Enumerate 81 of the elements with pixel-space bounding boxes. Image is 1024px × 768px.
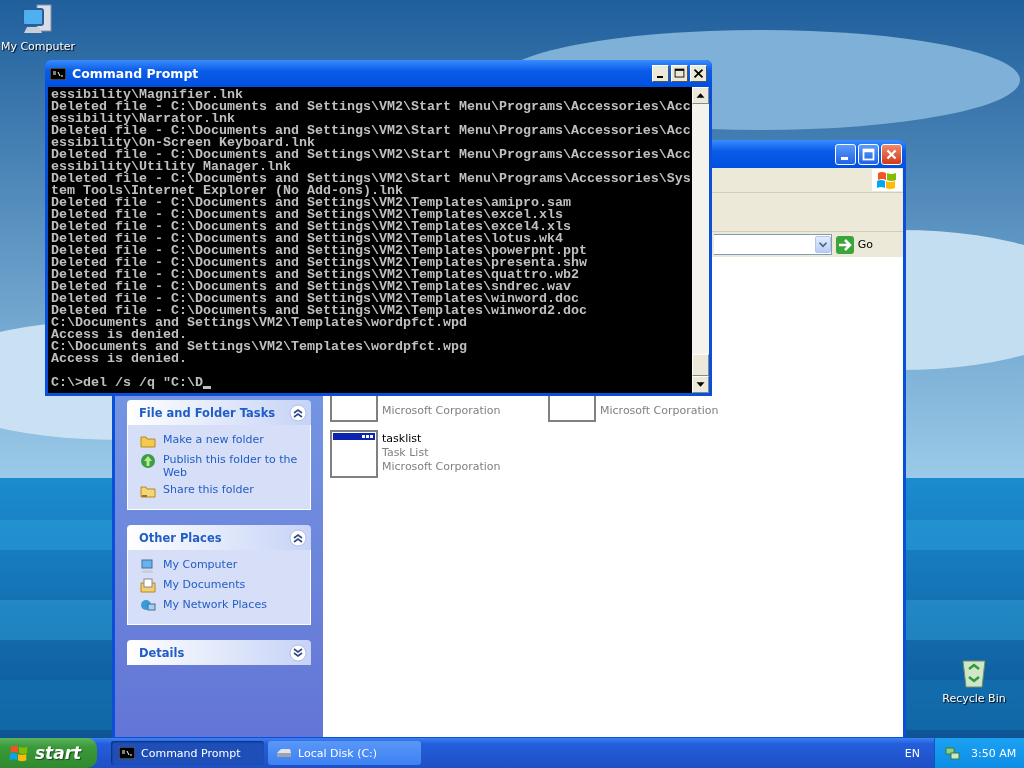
network-tray-icon[interactable] [945, 745, 961, 761]
network-icon [140, 598, 156, 614]
console-line: Deleted file - C:\Documents and Settings\VM2\Start Menu\Programs\Accessories\Acc [51, 125, 692, 137]
pane-header[interactable]: Other Places [127, 525, 311, 550]
shared-folder-icon [140, 483, 156, 499]
pane-header[interactable]: Details [127, 640, 311, 665]
taskbar-button[interactable]: Local Disk (C:) [268, 741, 421, 765]
console-line: essibility\Narrator.lnk [51, 113, 235, 125]
console-line: essibility\On-Screen Keyboard.lnk [51, 137, 315, 149]
close-button[interactable] [690, 65, 707, 82]
documents-icon [140, 578, 156, 594]
scroll-down-button[interactable] [692, 376, 709, 393]
console-line: Deleted file - C:\Documents and Settings\VM2\Templates\sndrec.wav [51, 281, 571, 293]
pane-link[interactable]: My Computer [163, 558, 238, 571]
folder-icon [140, 433, 156, 449]
scroll-up-button[interactable] [692, 87, 709, 104]
pane-link[interactable]: Publish this folder to the Web [163, 453, 302, 479]
windows-flag-icon [872, 169, 902, 191]
pane-title[interactable]: File and Folder Tasks [139, 405, 276, 420]
close-icon [691, 66, 706, 81]
desktop-icon-label[interactable]: Recycle Bin [942, 692, 1006, 705]
console-line: C:\Documents and Settings\VM2\Templates\wordpfct.wpg [51, 341, 468, 353]
go-button[interactable]: Go [835, 235, 873, 254]
console-icon [50, 67, 66, 80]
maximize-icon [672, 66, 687, 81]
console-line: Deleted file - C:\Documents and Settings\VM2\Templates\presenta.shw [51, 257, 588, 269]
collapse-icon[interactable] [289, 528, 307, 547]
console-line: Deleted file - C:\Documents and Settings\VM2\Start Menu\Programs\Accessories\Acc [51, 101, 692, 113]
globe-icon [140, 453, 156, 469]
pane-link[interactable]: Share this folder [163, 483, 254, 496]
console-line: tem Tools\Internet Explorer (No Add-ons).lnk [51, 185, 403, 197]
pane-link[interactable]: My Network Places [163, 598, 267, 611]
console-line: Deleted file - C:\Documents and Settings\VM2\Templates\quattro.wb2 [51, 269, 579, 281]
start-button[interactable]: start [0, 738, 97, 768]
clock[interactable]: 3:50 AM [971, 746, 1017, 760]
taskbar-button[interactable]: Command Prompt [111, 741, 264, 765]
console-line: Deleted file - C:\Documents and Settings\VM2\Templates\winword2.doc [51, 305, 588, 317]
minimize-icon [841, 156, 848, 160]
maximize-button[interactable] [671, 65, 688, 82]
text-cursor [202, 386, 211, 389]
console-line: Deleted file - C:\Documents and Settings\VM2\Templates\amipro.sam [51, 197, 572, 209]
minimize-button[interactable] [652, 65, 669, 82]
console-line: Deleted file - C:\Documents and Settings\VM2\Templates\winword.doc [51, 293, 579, 305]
command-line[interactable]: C:\>del /s /q "C:\D [51, 377, 203, 389]
desktop-icon-label[interactable]: My Computer [0, 40, 76, 53]
drive-icon [276, 747, 292, 759]
console-line: essibility\Magnifier.lnk [51, 89, 243, 101]
file-company: Microsoft Corporation [382, 460, 501, 474]
console-line: Deleted file - C:\Documents and Settings\VM2\Start Menu\Programs\Accessories\Sys [51, 173, 692, 185]
minimize-icon [657, 76, 663, 78]
window-title: Command Prompt [72, 66, 200, 81]
console-line: Deleted file - C:\Documents and Settings\VM2\Templates\lotus.wk4 [51, 233, 563, 245]
pane-link[interactable]: My Documents [163, 578, 246, 591]
language-indicator[interactable]: EN [904, 746, 920, 760]
console-line: Deleted file - C:\Documents and Settings\VM2\Templates\powerpnt.ppt [51, 245, 588, 257]
file-company: Microsoft Corporation [600, 404, 719, 418]
console-line: essibility\Utility Manager.lnk [51, 161, 291, 173]
console-icon [119, 747, 135, 759]
arrow-icon [835, 235, 854, 254]
collapse-icon[interactable] [289, 403, 307, 422]
scrollbar-thumb[interactable] [692, 354, 709, 376]
program-window-icon[interactable] [330, 430, 378, 478]
console-line: Deleted file - C:\Documents and Settings\VM2\Templates\excel.xls [51, 209, 563, 221]
pane-link[interactable]: Make a new folder [163, 433, 264, 446]
pane-title[interactable]: Details [139, 645, 185, 660]
console-line: C:\Documents and Settings\VM2\Templates\wordpfct.wpd [51, 317, 467, 329]
file-name[interactable]: tasklist [382, 432, 501, 446]
windows-flag-icon [8, 743, 30, 763]
computer-icon [140, 558, 156, 574]
file-description: Task List [382, 446, 430, 460]
console-line: Deleted file - C:\Documents and Settings\VM2\Templates\excel4.xls [51, 221, 572, 233]
console-line: Deleted file - C:\Documents and Settings\VM2\Start Menu\Programs\Accessories\Acc [51, 149, 692, 161]
file-company: Microsoft Corporation [382, 404, 501, 418]
console-line: Access is denied. [51, 353, 187, 365]
pane-title[interactable]: Other Places [139, 530, 222, 545]
console-line: Access is denied. [51, 329, 187, 341]
pane-header[interactable]: File and Folder Tasks [127, 400, 311, 425]
expand-icon[interactable] [289, 643, 307, 662]
address-field[interactable] [714, 234, 832, 255]
scrollbar[interactable] [692, 87, 709, 393]
dropdown-button[interactable] [814, 236, 831, 253]
